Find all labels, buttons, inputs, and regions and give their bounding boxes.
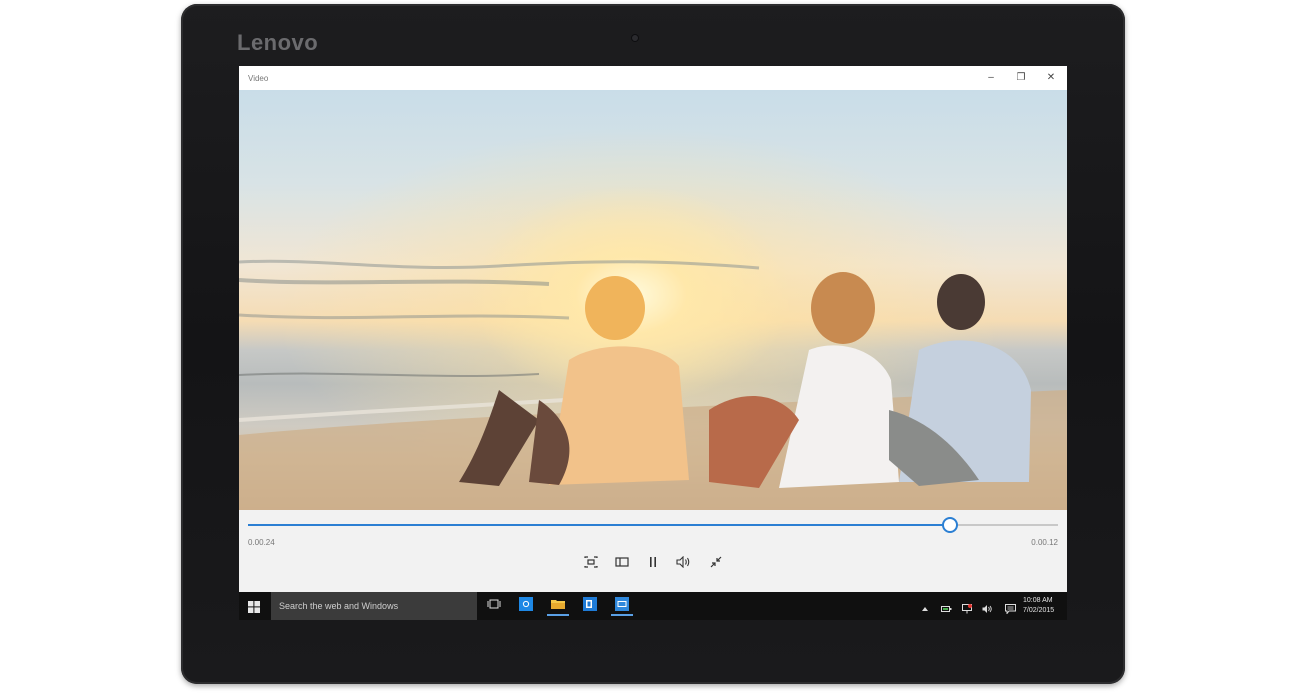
action-center-button[interactable]	[1005, 601, 1016, 615]
windows-logo-icon	[248, 601, 260, 613]
store-button[interactable]	[519, 597, 533, 611]
seek-bar[interactable]	[248, 517, 1058, 533]
volume-icon	[982, 605, 992, 613]
player-controls: 0.00.24 0.00.12	[239, 510, 1067, 592]
volume-icon	[676, 556, 690, 568]
exit-fullscreen-button[interactable]	[705, 552, 727, 572]
aspect-ratio-icon	[615, 557, 629, 567]
show-hidden-icons-button[interactable]	[920, 601, 930, 611]
show-hidden-icons-icon	[922, 607, 928, 611]
cast-icon	[584, 556, 598, 568]
clock-time: 10:08 AM	[1023, 597, 1053, 604]
pause-icon	[650, 557, 656, 567]
store-icon	[519, 597, 533, 611]
clock-date: 7/02/2015	[1023, 607, 1055, 614]
window-title: Video	[248, 74, 269, 83]
network-button[interactable]	[962, 601, 972, 614]
restore-button[interactable]: ❐	[1010, 70, 1032, 86]
taskbar: Search the web and Windows 10:08 AM 7/02…	[239, 592, 1067, 620]
brand-logo: Lenovo	[237, 30, 319, 55]
task-view-icon	[487, 599, 501, 609]
pause-button[interactable]	[642, 552, 664, 572]
exit-fullscreen-icon	[710, 556, 722, 568]
screen: Video – ❐ ✕ 0.00.24 0.00.12 Search the w…	[239, 66, 1067, 620]
action-center-icon	[1005, 604, 1016, 615]
outlook-icon	[583, 597, 597, 611]
network-icon	[962, 604, 972, 614]
window-titlebar: Video – ❐ ✕	[239, 66, 1067, 90]
video-frame[interactable]	[239, 90, 1067, 510]
tablet-bezel: Lenovo Video – ❐ ✕ 0.00.24 0.00.12 Searc…	[181, 4, 1125, 684]
camera-icon	[632, 35, 638, 41]
start-button[interactable]	[248, 600, 260, 613]
beach-scene-image	[239, 259, 1067, 510]
seek-bar-progress	[248, 524, 949, 526]
remaining-time: 0.00.12	[1031, 538, 1058, 547]
video-app-icon	[615, 597, 629, 611]
battery-button[interactable]	[941, 601, 952, 612]
video-app-button[interactable]	[611, 597, 633, 616]
cast-button[interactable]	[580, 552, 602, 572]
close-button[interactable]: ✕	[1040, 70, 1062, 86]
seek-bar-thumb[interactable]	[941, 517, 958, 533]
minimize-button[interactable]: –	[980, 70, 1002, 86]
battery-icon	[941, 606, 952, 612]
file-explorer-button[interactable]	[547, 597, 569, 616]
taskbar-clock[interactable]: 10:08 AM 7/02/2015	[1023, 596, 1065, 616]
outlook-button[interactable]	[583, 597, 597, 611]
elapsed-time: 0.00.24	[248, 538, 275, 547]
task-view-button[interactable]	[487, 597, 501, 611]
tray-volume-button[interactable]	[982, 601, 992, 613]
taskbar-search-box[interactable]: Search the web and Windows	[271, 592, 477, 620]
aspect-ratio-button[interactable]	[611, 552, 633, 572]
file-explorer-icon	[551, 600, 565, 609]
volume-button[interactable]	[673, 552, 695, 572]
